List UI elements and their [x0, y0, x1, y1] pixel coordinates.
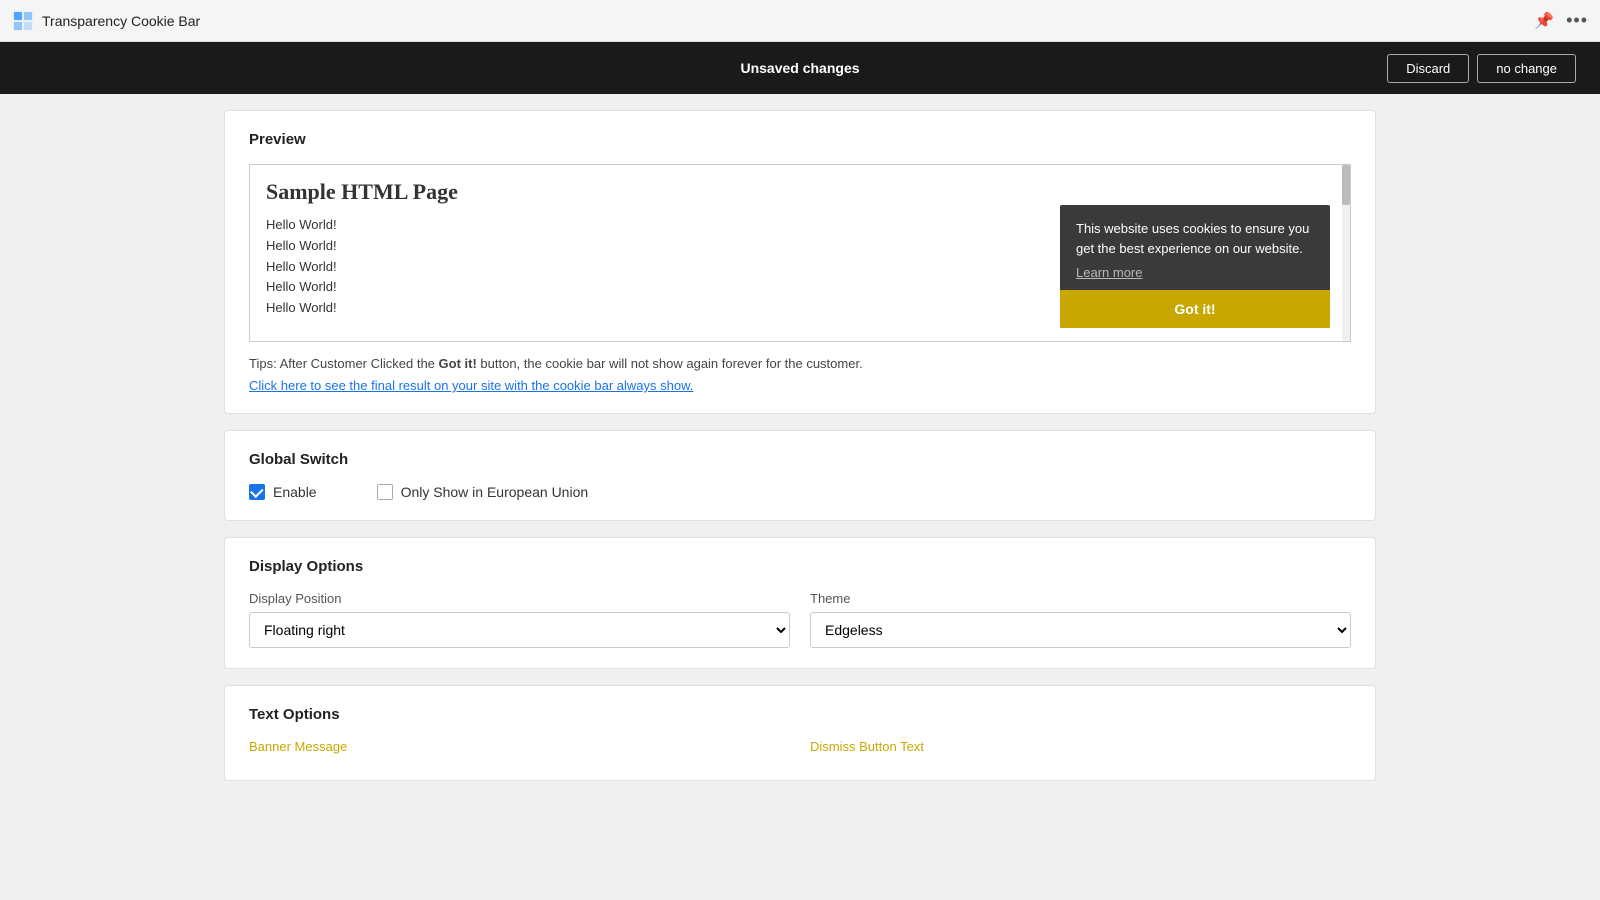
no-change-button[interactable]: no change [1477, 54, 1576, 83]
cookie-popup-learn-more[interactable]: Learn more [1076, 265, 1142, 280]
position-label: Display Position [249, 591, 790, 606]
preview-scrollbar-thumb [1342, 165, 1350, 205]
text-options-grid: Banner Message Dismiss Button Text [249, 739, 1351, 760]
options-grid: Display Position Floating right Floating… [249, 591, 1351, 648]
main-content: Preview Sample HTML Page Hello World! He… [200, 94, 1400, 813]
discard-button[interactable]: Discard [1387, 54, 1469, 83]
preview-inner: Sample HTML Page Hello World! Hello Worl… [250, 165, 1350, 341]
cookie-popup-got-it[interactable]: Got it! [1060, 290, 1330, 328]
enable-checkbox[interactable] [249, 484, 265, 500]
global-switch-title: Global Switch [249, 451, 1351, 468]
switch-row: Enable Only Show in European Union [249, 484, 1351, 500]
position-select[interactable]: Floating right Floating left Top bar Bot… [249, 612, 790, 648]
theme-select[interactable]: Edgeless Rounded Square [810, 612, 1351, 648]
eu-only-checkbox[interactable] [377, 484, 393, 500]
title-bar-actions: 📌 ••• [1534, 10, 1588, 31]
position-field: Display Position Floating right Floating… [249, 591, 790, 648]
dismiss-button-label: Dismiss Button Text [810, 739, 1351, 754]
cookie-popup-body: This website uses cookies to ensure you … [1060, 205, 1330, 290]
text-options-title: Text Options [249, 706, 1351, 723]
preview-scrollbar[interactable] [1342, 165, 1350, 341]
eu-only-label: Only Show in European Union [401, 484, 589, 500]
app-icon [12, 10, 34, 32]
tips-bold-text: Got it! [439, 356, 477, 371]
title-bar: Transparency Cookie Bar 📌 ••• [0, 0, 1600, 42]
dismiss-button-field: Dismiss Button Text [810, 739, 1351, 760]
text-options-card: Text Options Banner Message Dismiss Butt… [224, 685, 1376, 781]
theme-field: Theme Edgeless Rounded Square [810, 591, 1351, 648]
tips-text-before: Tips: After Customer Clicked the [249, 356, 439, 371]
preview-frame: Sample HTML Page Hello World! Hello Worl… [249, 164, 1351, 342]
preview-page-title: Sample HTML Page [266, 179, 1334, 205]
eu-only-checkbox-item: Only Show in European Union [377, 484, 589, 500]
more-icon[interactable]: ••• [1566, 10, 1588, 31]
preview-card: Preview Sample HTML Page Hello World! He… [224, 110, 1376, 414]
global-switch-card: Global Switch Enable Only Show in Europe… [224, 430, 1376, 521]
unsaved-bar: Unsaved changes Discard no change [0, 42, 1600, 94]
title-bar-left: Transparency Cookie Bar [12, 10, 200, 32]
tips-link[interactable]: Click here to see the final result on yo… [249, 378, 693, 393]
preview-title: Preview [249, 131, 1351, 148]
theme-label: Theme [810, 591, 1351, 606]
pin-icon[interactable]: 📌 [1534, 11, 1554, 31]
display-options-title: Display Options [249, 558, 1351, 575]
tips-text: Tips: After Customer Clicked the Got it!… [249, 356, 1351, 371]
cookie-popup: This website uses cookies to ensure you … [1060, 205, 1330, 328]
enable-checkbox-item: Enable [249, 484, 317, 500]
banner-message-label: Banner Message [249, 739, 790, 754]
display-options-card: Display Options Display Position Floatin… [224, 537, 1376, 669]
app-title: Transparency Cookie Bar [42, 13, 200, 29]
unsaved-label: Unsaved changes [740, 60, 859, 76]
cookie-popup-text: This website uses cookies to ensure you … [1076, 219, 1314, 258]
unsaved-actions: Discard no change [1387, 54, 1576, 83]
enable-label: Enable [273, 484, 317, 500]
tips-section: Tips: After Customer Clicked the Got it!… [249, 356, 1351, 393]
banner-message-field: Banner Message [249, 739, 790, 760]
tips-text-after: button, the cookie bar will not show aga… [477, 356, 863, 371]
